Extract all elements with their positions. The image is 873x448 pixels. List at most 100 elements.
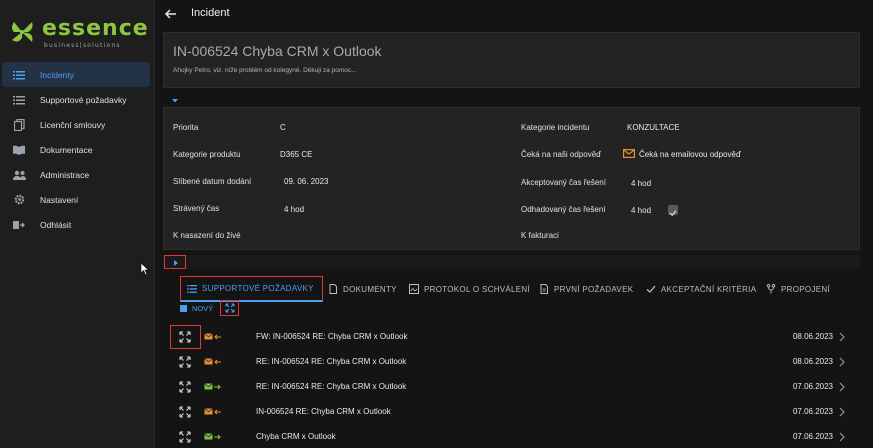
incident-description: Ahojky Petro, viz. níže problém od koleg… <box>173 67 357 74</box>
accepted-time-value: 4 hod <box>631 179 652 188</box>
sidebar-nav: Incidenty Supportové požadavky Licenční … <box>0 62 155 237</box>
list-icon <box>12 69 26 81</box>
check-icon <box>646 285 656 293</box>
deploy-to-live-label: K nasazení do živé <box>173 231 241 240</box>
tab-label: AKCEPTAČNÍ KRITÉRIA <box>661 284 757 294</box>
new-request-button[interactable]: NOVÝ <box>180 301 213 315</box>
incident-title: IN-006524 Chyba CRM x Outlook <box>173 43 382 59</box>
estimated-time-label: Odhadovaný čas řešení <box>521 205 606 214</box>
awaiting-reply-value: Čeká na emailovou odpověď <box>639 150 741 159</box>
expand-all-button[interactable] <box>220 300 239 316</box>
priority-label: Priorita <box>173 123 199 132</box>
sidebar-item-incidenty[interactable]: Incidenty <box>2 62 150 87</box>
request-subject: IN-006524 RE: Chyba CRM x Outlook <box>256 407 391 416</box>
list-item[interactable]: FW: IN-006524 RE: Chyba CRM x Outlook 08.… <box>163 325 860 349</box>
tab-label: PRVNÍ POŽADAVEK <box>554 284 634 294</box>
tab-propojeni[interactable]: PROPOJENÍ <box>766 276 830 302</box>
page-title: Incident <box>191 7 230 19</box>
list-item[interactable]: RE: IN-006524 RE: Chyba CRM x Outlook 07.… <box>163 375 860 399</box>
sidebar-item-label: Incidenty <box>40 69 75 80</box>
chevron-right-icon[interactable] <box>838 406 846 418</box>
tab-label: SUPPORTOVÉ POŽADAVKY <box>202 284 314 293</box>
request-date: 08.06.2023 <box>792 357 833 366</box>
product-category-label: Kategorie produktu <box>173 150 241 159</box>
incident-details: Priorita C Kategorie produktu D365 CE Sl… <box>163 107 860 250</box>
sidebar-item-label: Dokumentace <box>40 144 93 155</box>
time-spent-label: Strávený čas <box>173 204 220 213</box>
sidebar-item-administrace[interactable]: Administrace <box>2 162 150 187</box>
brand-name: essence <box>42 16 149 41</box>
list-icon <box>187 284 197 293</box>
incoming-mail-icon <box>204 333 221 340</box>
sidebar-item-supportove-pozadavky[interactable]: Supportové požadavky <box>2 87 150 112</box>
highlight-frame <box>170 325 201 349</box>
list-item[interactable]: IN-006524 RE: Chyba CRM x Outlook 07.06.2… <box>163 400 860 424</box>
estimated-time-value: 4 hod <box>631 206 652 215</box>
request-subject: RE: IN-006524 RE: Chyba CRM x Outlook <box>256 382 407 391</box>
tab-supportove-pozadavky[interactable]: SUPPORTOVÉ POŽADAVKY <box>180 276 323 302</box>
estimated-time-checkbox[interactable] <box>668 205 678 217</box>
list-item[interactable]: RE: IN-006524 RE: Chyba CRM x Outlook 08.… <box>163 350 860 374</box>
sidebar-item-nastaveni[interactable]: Nastavení <box>2 187 150 212</box>
priority-value: C <box>280 123 286 132</box>
tab-bar: SUPPORTOVÉ POŽADAVKY DOKUMENTY PROTOKOL … <box>180 276 860 302</box>
sidebar-item-label: Licenční smlouvy <box>40 119 106 130</box>
expand-icon[interactable] <box>179 356 191 368</box>
request-date: 08.06.2023 <box>792 332 833 341</box>
incident-category-value: KONZULTACE <box>627 123 680 132</box>
sidebar-item-label: Odhlásit <box>40 219 72 230</box>
tab-label: DOKUMENTY <box>343 284 397 294</box>
sidebar: essence business|solutions Incidenty Sup… <box>0 0 155 448</box>
brand-logo[interactable]: essence business|solutions <box>8 16 148 50</box>
file-icon <box>540 284 548 294</box>
chevron-right-icon[interactable] <box>838 356 846 368</box>
chevron-right-icon[interactable] <box>838 331 846 343</box>
users-icon <box>12 169 26 181</box>
sidebar-item-odhlasit[interactable]: Odhlásit <box>2 212 150 237</box>
request-subject: FW: IN-006524 RE: Chyba CRM x Outlook <box>256 332 408 341</box>
accepted-time-label: Akceptovaný čas řešení <box>521 178 606 187</box>
mouse-cursor-icon <box>140 262 150 276</box>
request-date: 07.06.2023 <box>792 407 833 416</box>
gear-icon <box>12 194 26 206</box>
list-item[interactable]: Chyba CRM x Outlook 07.06.2023 <box>163 425 860 448</box>
tab-protokol-o-schvaleni[interactable]: PROTOKOL O SCHVÁLENÍ <box>409 276 530 302</box>
top-bar: Incident <box>155 0 873 28</box>
expand-icon[interactable] <box>179 431 191 443</box>
tab-dokumenty[interactable]: DOKUMENTY <box>328 276 397 302</box>
leaf-logo-icon <box>12 22 33 42</box>
new-request-label: NOVÝ <box>192 303 214 313</box>
chevron-right-icon[interactable] <box>838 431 846 443</box>
brand-tagline: business|solutions <box>44 42 121 49</box>
app: essence business|solutions Incidenty Sup… <box>0 0 873 448</box>
incident-category-label: Kategorie incidentu <box>521 123 590 132</box>
caret-right-icon <box>174 260 178 266</box>
product-category-value: D365 CE <box>280 150 313 159</box>
book-icon <box>12 144 26 156</box>
expand-icon <box>225 303 234 313</box>
outgoing-mail-icon <box>204 433 221 440</box>
request-subject: RE: IN-006524 RE: Chyba CRM x Outlook <box>256 357 407 366</box>
tab-label: PROTOKOL O SCHVÁLENÍ <box>424 284 531 294</box>
billing-label: K fakturaci <box>521 231 559 240</box>
document-icon <box>329 284 337 294</box>
sidebar-item-licencni-smlouvy[interactable]: Licenční smlouvy <box>2 112 150 137</box>
list-icon <box>12 94 26 106</box>
tab-akceptacni-kriteria[interactable]: AKCEPTAČNÍ KRITÉRIA <box>646 276 756 302</box>
expand-section-button[interactable] <box>164 255 186 269</box>
tab-prvni-pozadavek[interactable]: PRVNÍ POŽADAVEK <box>539 276 633 302</box>
sidebar-item-label: Nastavení <box>40 194 79 205</box>
collapse-chevron-icon[interactable] <box>171 98 179 104</box>
request-date: 07.06.2023 <box>792 432 833 441</box>
checkmark-icon <box>669 210 677 217</box>
branch-icon <box>766 284 776 294</box>
expand-icon[interactable] <box>179 381 191 393</box>
expand-icon[interactable] <box>179 406 191 418</box>
signature-icon <box>409 284 419 294</box>
sidebar-item-dokumentace[interactable]: Dokumentace <box>2 137 150 162</box>
chevron-right-icon[interactable] <box>838 381 846 393</box>
mail-icon <box>623 149 635 158</box>
incoming-mail-icon <box>204 358 221 365</box>
back-arrow-icon[interactable] <box>164 7 178 21</box>
sidebar-item-label: Supportové požadavky <box>40 94 127 105</box>
